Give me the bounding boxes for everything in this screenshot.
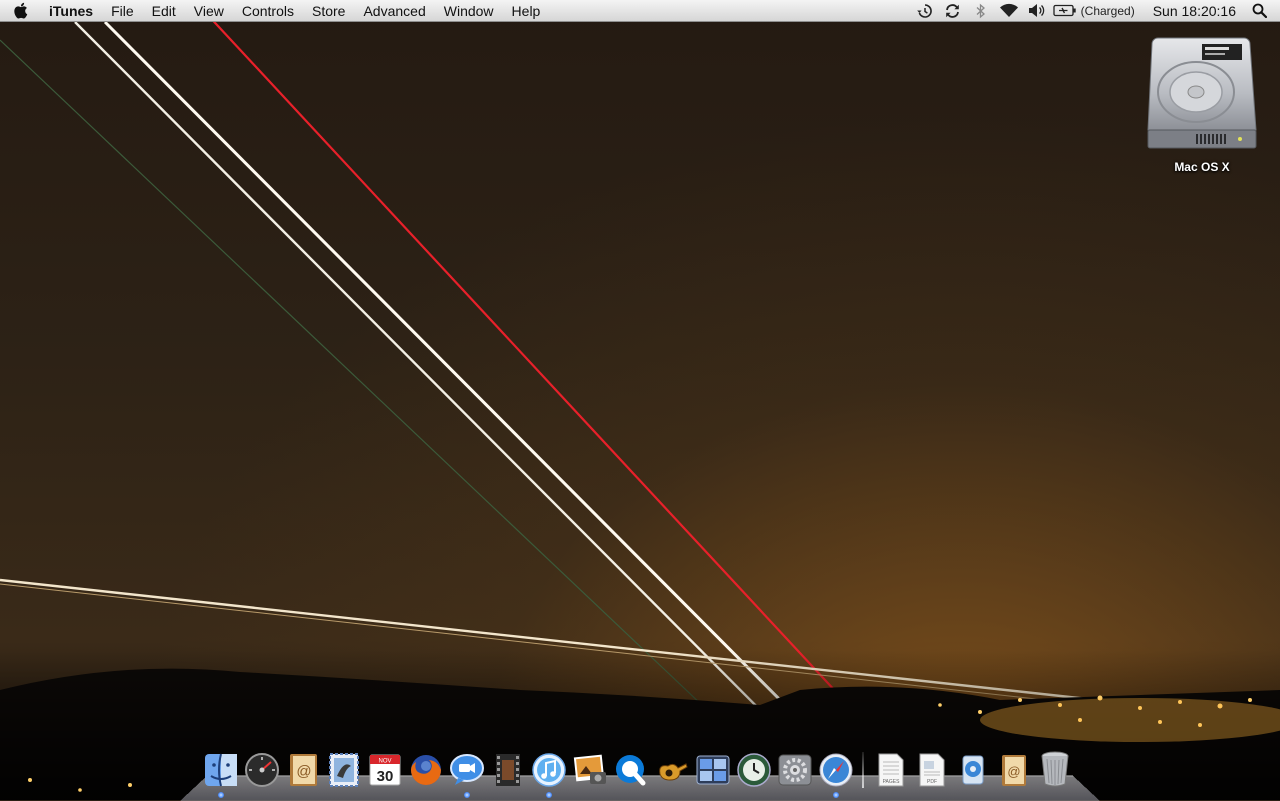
desktop-icon-mac-os-x[interactable]: Mac OS X — [1140, 34, 1264, 194]
dock-item-safari[interactable] — [817, 748, 854, 798]
pages-document-icon: PAGES — [878, 753, 903, 787]
desktop-wallpaper — [0, 0, 1280, 800]
battery-icon[interactable] — [1051, 0, 1079, 22]
menu-clock[interactable]: Sun 18:20:16 — [1143, 3, 1246, 19]
pdf-document-label: PDF — [927, 779, 937, 785]
menu-controls[interactable]: Controls — [233, 0, 303, 22]
menu-view[interactable]: View — [185, 0, 233, 22]
dock-item-itunes[interactable] — [530, 748, 567, 798]
running-indicator — [463, 792, 470, 798]
address-book-icon: @ — [289, 754, 317, 786]
dock-item-trash[interactable] — [1036, 748, 1073, 788]
trash-icon — [1041, 751, 1068, 787]
dock-item-finder[interactable] — [202, 748, 239, 798]
menu-help[interactable]: Help — [503, 0, 550, 22]
dock-item-iphoto[interactable] — [571, 748, 608, 788]
system-preferences-icon — [778, 754, 811, 786]
dock-item-system-preferences[interactable] — [776, 748, 813, 788]
hard-drive-icon — [1147, 37, 1257, 149]
spaces-icon — [696, 755, 729, 785]
dock-separator — [862, 752, 864, 788]
dock-item-downloads-stack[interactable] — [954, 748, 991, 788]
itunes-icon — [531, 753, 566, 787]
bluetooth-icon[interactable] — [967, 0, 995, 22]
quicktime-icon — [615, 755, 645, 786]
iphoto-icon — [573, 754, 606, 784]
dock-item-imovie[interactable] — [489, 748, 526, 788]
mail-icon — [328, 753, 359, 787]
dock-item-ichat[interactable] — [448, 748, 485, 798]
spotlight-search-icon[interactable] — [1246, 3, 1272, 18]
dock-item-mail[interactable] — [325, 748, 362, 788]
dock-item-address-book[interactable]: @ — [284, 748, 321, 788]
running-indicator — [217, 792, 224, 798]
pdf-document-icon: PDF — [919, 753, 944, 787]
apple-menu-icon[interactable] — [0, 2, 40, 19]
finder-icon — [204, 753, 237, 787]
dock-item-ical[interactable]: NOV 30 — [366, 748, 403, 788]
dashboard-icon — [244, 753, 279, 787]
volume-icon[interactable] — [1023, 0, 1051, 22]
pages-document-label: PAGES — [882, 779, 900, 785]
imovie-icon — [495, 754, 520, 786]
ichat-icon — [449, 754, 484, 785]
ical-month: NOV — [378, 759, 391, 765]
svg-text:@: @ — [296, 763, 311, 780]
svg-text:@: @ — [1007, 764, 1020, 779]
wallpaper-light-trails — [0, 11, 1280, 800]
dock: @ NOV 30 PAGES PDF @ — [200, 744, 1075, 798]
dock-item-garageband[interactable] — [653, 748, 690, 788]
downloads-stack-icon — [962, 755, 983, 785]
garageband-icon — [658, 763, 688, 781]
time-machine-icon[interactable] — [911, 0, 939, 22]
menu-bar-extras: (Charged) Sun 18:20:16 — [911, 0, 1280, 22]
menu-bar-left: iTunes File Edit View Controls Store Adv… — [0, 0, 549, 22]
dock-item-mail-stack[interactable]: @ — [995, 748, 1032, 788]
battery-status-text: (Charged) — [1080, 3, 1135, 18]
firefox-icon — [410, 755, 441, 785]
time-machine-icon — [736, 753, 771, 787]
menu-app-name[interactable]: iTunes — [40, 0, 102, 22]
menu-window[interactable]: Window — [435, 0, 503, 22]
menu-edit[interactable]: Edit — [143, 0, 185, 22]
dock-item-dashboard[interactable] — [243, 748, 280, 788]
menu-file[interactable]: File — [102, 0, 143, 22]
dock-item-pages-document[interactable]: PAGES — [872, 748, 909, 788]
desktop-icon-label: Mac OS X — [1174, 160, 1230, 174]
dock-item-pdf-document[interactable]: PDF — [913, 748, 950, 788]
mail-stack-icon: @ — [1001, 755, 1026, 786]
running-indicator — [832, 792, 839, 798]
menu-store[interactable]: Store — [303, 0, 354, 22]
menu-bar: iTunes File Edit View Controls Store Adv… — [0, 0, 1280, 22]
safari-icon — [819, 753, 852, 787]
dock-item-time-machine[interactable] — [735, 748, 772, 788]
menu-advanced[interactable]: Advanced — [354, 0, 434, 22]
sync-icon[interactable] — [939, 0, 967, 22]
ical-icon: NOV 30 — [369, 754, 400, 786]
dock-item-quicktime[interactable] — [612, 748, 649, 788]
ical-date: 30 — [376, 768, 393, 785]
dock-item-firefox[interactable] — [407, 748, 444, 788]
wifi-icon[interactable] — [995, 0, 1023, 22]
dock-item-spaces[interactable] — [694, 748, 731, 788]
running-indicator — [545, 792, 552, 798]
